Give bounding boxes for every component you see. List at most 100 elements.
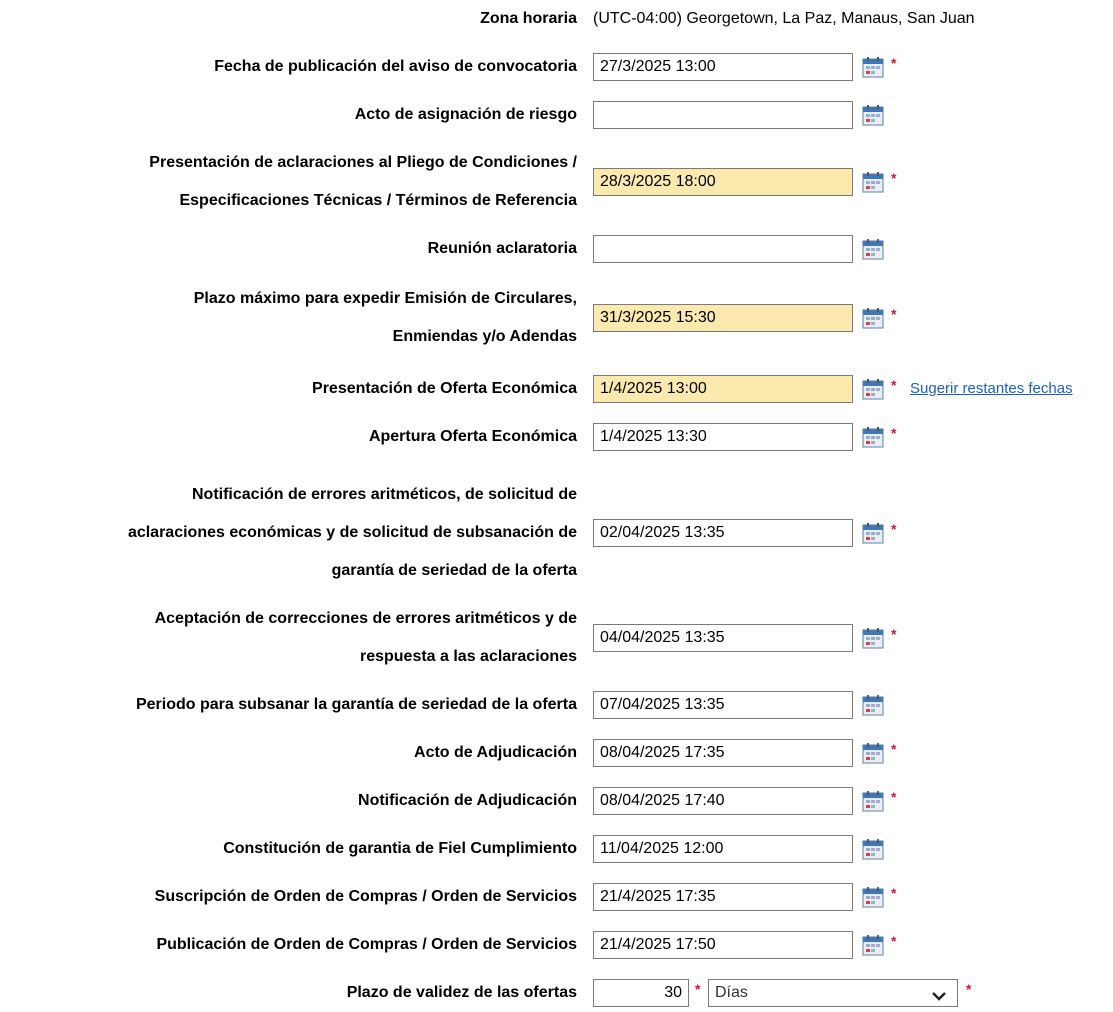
- field-label-line: Especificaciones Técnicas / Términos de …: [179, 192, 577, 209]
- date-row: Reunión aclaratoria: [0, 230, 1113, 268]
- date-row: Plazo máximo para expedir Emisión de Cir…: [0, 280, 1113, 356]
- field-label-line: Plazo máximo para expedir Emisión de Cir…: [193, 290, 577, 307]
- field-label: Presentación de Oferta Económica: [312, 370, 577, 408]
- field-label-line: Apertura Oferta Económica: [368, 428, 577, 445]
- date-input[interactable]: [593, 739, 853, 767]
- date-row: Acto de asignación de riesgo: [0, 96, 1113, 134]
- field-label-line: Notificación de errores aritméticos, de …: [192, 486, 577, 503]
- date-input[interactable]: [593, 624, 853, 652]
- field-label-line: Suscripción de Orden de Compras / Orden …: [154, 888, 577, 905]
- calendar-icon[interactable]: [862, 426, 884, 448]
- field-label-line: Periodo para subsanar la garantía de ser…: [135, 696, 577, 713]
- date-input[interactable]: [593, 53, 853, 81]
- date-row: Periodo para subsanar la garantía de ser…: [0, 686, 1113, 724]
- calendar-icon[interactable]: [862, 171, 884, 193]
- field-label-line: Presentación de Oferta Económica: [312, 380, 577, 397]
- calendar-icon[interactable]: [862, 742, 884, 764]
- calendar-icon[interactable]: [862, 838, 884, 860]
- required-marker: *: [966, 981, 972, 997]
- calendar-icon[interactable]: [862, 104, 884, 126]
- calendar-icon[interactable]: [862, 522, 884, 544]
- calendar-icon[interactable]: [862, 56, 884, 78]
- date-input[interactable]: [593, 931, 853, 959]
- date-input[interactable]: [593, 883, 853, 911]
- suggest-dates-link[interactable]: Sugerir restantes fechas: [910, 380, 1073, 397]
- required-marker: *: [891, 626, 897, 642]
- date-row: Publicación de Orden de Compras / Orden …: [0, 926, 1113, 964]
- field-label: Aceptación de correcciones de errores ar…: [155, 600, 577, 676]
- date-input[interactable]: [593, 168, 853, 196]
- field-label: Acto de Adjudicación: [414, 734, 577, 772]
- field-label: Apertura Oferta Económica: [369, 418, 577, 456]
- date-row: Fecha de publicación del aviso de convoc…: [0, 48, 1113, 86]
- date-input[interactable]: [593, 691, 853, 719]
- required-marker: *: [891, 885, 897, 901]
- field-label: Notificación de errores aritméticos, de …: [128, 476, 577, 590]
- calendar-icon[interactable]: [862, 934, 884, 956]
- required-marker: *: [891, 741, 897, 757]
- field-label-line: garantía de seriedad de la oferta: [331, 562, 577, 579]
- date-input[interactable]: [593, 519, 853, 547]
- unit-select[interactable]: Días: [708, 979, 958, 1007]
- calendar-icon[interactable]: [862, 238, 884, 260]
- date-row: Suscripción de Orden de Compras / Orden …: [0, 878, 1113, 916]
- date-row: Presentación de aclaraciones al Pliego d…: [0, 144, 1113, 220]
- date-input[interactable]: [593, 101, 853, 129]
- field-label: Suscripción de Orden de Compras / Orden …: [155, 878, 577, 916]
- required-marker: *: [695, 981, 701, 997]
- field-label-line: Acto de Adjudicación: [414, 744, 577, 761]
- required-marker: *: [891, 789, 897, 805]
- field-label-line: Presentación de aclaraciones al Pliego d…: [149, 154, 577, 171]
- calendar-icon[interactable]: [862, 790, 884, 812]
- date-input[interactable]: [593, 375, 853, 403]
- field-label-line: Constitución de garantia de Fiel Cumplim…: [223, 840, 577, 857]
- calendar-icon[interactable]: [862, 886, 884, 908]
- field-label: Publicación de Orden de Compras / Orden …: [156, 926, 577, 964]
- field-label-line: Fecha de publicación del aviso de convoc…: [214, 58, 577, 75]
- date-row: Constitución de garantia de Fiel Cumplim…: [0, 830, 1113, 868]
- date-row: Notificación de errores aritméticos, de …: [0, 476, 1113, 590]
- required-marker: *: [891, 933, 897, 949]
- field-label: Plazo máximo para expedir Emisión de Cir…: [194, 280, 577, 356]
- date-row: Apertura Oferta Económica *: [0, 418, 1113, 456]
- field-label-line: Reunión aclaratoria: [427, 240, 577, 257]
- timezone-value: (UTC-04:00) Georgetown, La Paz, Manaus, …: [593, 10, 975, 27]
- required-marker: *: [891, 425, 897, 441]
- calendar-icon[interactable]: [862, 307, 884, 329]
- field-label-line: Notificación de Adjudicación: [358, 792, 577, 809]
- unit-select-value: Días: [715, 984, 748, 1001]
- validity-label: Plazo de validez de las ofertas: [346, 984, 577, 1001]
- date-input[interactable]: [593, 304, 853, 332]
- field-label-line: respuesta a las aclaraciones: [359, 648, 577, 665]
- calendar-icon[interactable]: [862, 627, 884, 649]
- field-label-line: Aceptación de correcciones de errores ar…: [154, 610, 577, 627]
- date-input[interactable]: [593, 835, 853, 863]
- calendar-icon[interactable]: [862, 694, 884, 716]
- field-label: Periodo para subsanar la garantía de ser…: [136, 686, 577, 724]
- field-label-line: Publicación de Orden de Compras / Orden …: [156, 936, 577, 953]
- field-label-line: aclaraciones económicas y de solicitud d…: [127, 524, 577, 541]
- calendar-icon[interactable]: [862, 378, 884, 400]
- required-marker: *: [891, 521, 897, 537]
- timezone-row: Zona horaria (UTC-04:00) Georgetown, La …: [0, 0, 1113, 38]
- chevron-down-icon: [931, 986, 947, 1001]
- date-input[interactable]: [593, 787, 853, 815]
- field-label-line: Enmiendas y/o Adendas: [392, 328, 577, 345]
- date-row: Acto de Adjudicación *: [0, 734, 1113, 772]
- date-row: Aceptación de correcciones de errores ar…: [0, 600, 1113, 676]
- field-label: Presentación de aclaraciones al Pliego d…: [149, 144, 577, 220]
- date-row: Presentación de Oferta Económica * Sugerir…: [0, 370, 1113, 408]
- validity-number-input[interactable]: [593, 979, 689, 1007]
- field-label: Constitución de garantia de Fiel Cumplim…: [223, 830, 577, 868]
- required-marker: *: [891, 377, 897, 393]
- date-row: Notificación de Adjudicación *: [0, 782, 1113, 820]
- field-label: Reunión aclaratoria: [428, 230, 577, 268]
- field-label: Notificación de Adjudicación: [358, 782, 577, 820]
- date-input[interactable]: [593, 235, 853, 263]
- date-input[interactable]: [593, 423, 853, 451]
- timezone-label: Zona horaria: [480, 10, 577, 27]
- required-marker: *: [891, 306, 897, 322]
- field-label: Acto de asignación de riesgo: [355, 96, 577, 134]
- required-marker: *: [891, 55, 897, 71]
- validity-row: Plazo de validez de las ofertas * Días *: [0, 974, 1113, 1012]
